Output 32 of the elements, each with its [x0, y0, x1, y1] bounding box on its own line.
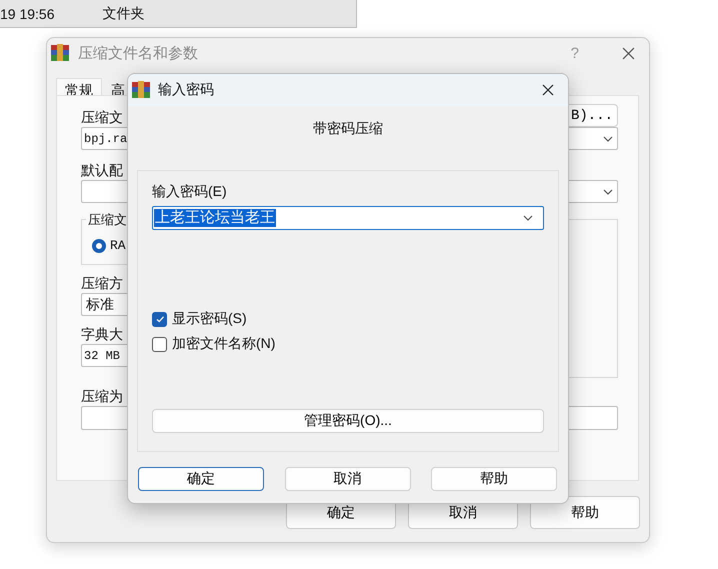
- field-label: 压缩方: [81, 275, 123, 292]
- chevron-icon: [523, 215, 533, 221]
- window-title: 压缩文件名和参数: [78, 44, 198, 62]
- close-icon[interactable]: [542, 84, 554, 96]
- field-label: 字典大: [81, 326, 123, 343]
- dialog-button[interactable]: 帮助: [431, 467, 557, 491]
- checkbox-label: 加密文件名称(N): [172, 335, 276, 353]
- field-label: 压缩为: [81, 388, 123, 405]
- dialog-button[interactable]: 确定: [138, 467, 264, 491]
- modified-date: 19 19:56: [0, 6, 54, 22]
- chevron-icon: [603, 136, 613, 142]
- manage-passwords-button[interactable]: 管理密码(O)...: [152, 409, 544, 433]
- field-label: 压缩文: [81, 109, 123, 126]
- dialog-button[interactable]: 取消: [284, 467, 410, 491]
- chevron-icon: [603, 188, 613, 194]
- checkbox[interactable]: [152, 312, 167, 326]
- books-icon: [51, 44, 69, 62]
- dialog-heading: 带密码压缩: [313, 120, 383, 138]
- radio-label: RA: [110, 238, 126, 253]
- file-list-row[interactable]: 19 19:56 文件夹: [0, 0, 357, 28]
- close-icon[interactable]: [622, 46, 635, 60]
- dialog-title: 输入密码: [158, 81, 214, 99]
- field-label: 默认配: [81, 162, 123, 179]
- group-label: 压缩文: [86, 211, 129, 229]
- checkbox[interactable]: [152, 336, 167, 352]
- dialog-button[interactable]: 帮助: [530, 496, 640, 529]
- file-type: 文件夹: [102, 4, 144, 22]
- books-icon: [132, 81, 150, 99]
- checkbox-label: 显示密码(S): [172, 310, 247, 328]
- password-field[interactable]: 上老王论坛当老王: [152, 206, 544, 230]
- radio-button[interactable]: [92, 238, 106, 252]
- field-label: 输入密码(E): [152, 183, 227, 201]
